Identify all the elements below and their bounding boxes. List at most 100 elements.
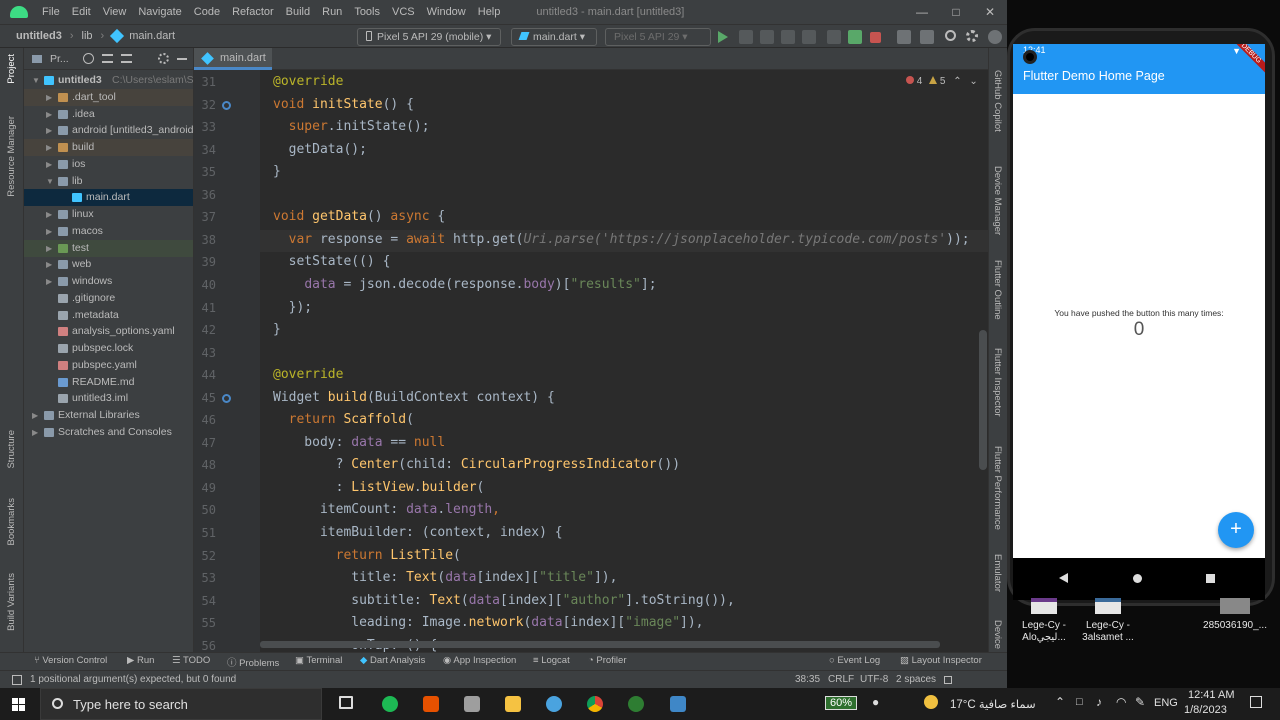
tool-window-flutter-outline[interactable]: Flutter Outline <box>992 260 1003 320</box>
emulator-screen[interactable]: 12:41 ▼ DEBUG Flutter Demo Home Page You… <box>1013 44 1265 600</box>
code-line[interactable]: leading: Image.network(data[index]["imag… <box>273 615 703 630</box>
file-explorer-icon[interactable] <box>505 696 521 712</box>
run-icon[interactable] <box>718 31 728 43</box>
file-encoding[interactable]: UTF-8 <box>860 674 888 685</box>
code-line[interactable]: } <box>273 322 281 337</box>
weather-text[interactable]: 17°C سماء صافية <box>950 697 1036 711</box>
back-icon[interactable] <box>1059 573 1068 583</box>
chevron-right-icon[interactable]: ▶ <box>32 407 42 424</box>
tree-item[interactable]: analysis_options.yaml <box>24 323 193 340</box>
tool-window-structure[interactable]: Structure <box>6 430 17 469</box>
chevron-right-icon[interactable]: ▶ <box>46 156 56 173</box>
notifications-icon[interactable] <box>1250 696 1262 708</box>
tool-window-project[interactable]: Project <box>6 54 17 84</box>
account-icon[interactable] <box>988 30 1002 44</box>
override-marker-icon[interactable] <box>222 100 231 110</box>
code-line[interactable]: } <box>273 164 281 179</box>
tool-window-flutter-inspector[interactable]: Flutter Inspector <box>992 348 1003 417</box>
hide-panel-icon[interactable] <box>176 57 187 60</box>
coverage-icon[interactable] <box>781 30 795 44</box>
status-message[interactable]: 1 positional argument(s) expected, but 0… <box>30 674 236 685</box>
tree-item[interactable]: ▶ build <box>24 139 193 156</box>
tool-window-github-copilot[interactable]: GitHub Copilot <box>992 70 1003 132</box>
vertical-scrollbar[interactable] <box>979 330 987 470</box>
code-line[interactable]: data = json.decode(response.body)["resul… <box>273 277 656 292</box>
tool-window-device[interactable]: Device <box>992 620 1003 649</box>
tool-app-inspection[interactable]: ◉ App Inspection <box>443 655 516 666</box>
chevron-right-icon[interactable]: ▶ <box>46 89 56 106</box>
tree-item[interactable]: pubspec.lock <box>24 340 193 357</box>
tool-window-flutter-performance[interactable]: Flutter Performance <box>992 446 1003 530</box>
overview-icon[interactable] <box>1206 574 1215 583</box>
horizontal-scrollbar[interactable] <box>260 641 940 648</box>
indent-setting[interactable]: 2 spaces <box>896 674 936 685</box>
tree-item[interactable]: ▶ .dart_tool <box>24 88 193 106</box>
code-line[interactable]: void getData() async { <box>273 209 445 224</box>
weather-moon-icon[interactable] <box>924 695 938 709</box>
caret-position[interactable]: 38:35 <box>795 674 820 685</box>
wifi-icon[interactable]: ◠ <box>1116 695 1126 709</box>
network-icon[interactable]: □ <box>1076 696 1083 708</box>
show-hidden-icons-icon[interactable]: ⌃ <box>1055 695 1065 709</box>
code-line[interactable]: return Scaffold( <box>273 412 414 427</box>
next-highlight-icon[interactable]: ⌄ <box>969 76 977 87</box>
chevron-right-icon[interactable]: ▶ <box>46 223 56 240</box>
override-marker-icon[interactable] <box>222 393 231 403</box>
chevron-right-icon[interactable]: ▶ <box>46 122 56 139</box>
code-line[interactable]: setState(() { <box>273 254 391 269</box>
tab-main-dart[interactable]: main.dart <box>194 48 272 70</box>
stop-icon[interactable] <box>870 32 881 43</box>
panel-settings-icon[interactable] <box>157 53 169 64</box>
tree-item[interactable]: .gitignore <box>24 290 193 307</box>
maximize-icon[interactable]: □ <box>939 0 973 24</box>
menu-tools[interactable]: Tools <box>348 6 386 18</box>
chevron-right-icon[interactable]: ▶ <box>46 139 56 156</box>
code-line[interactable]: : ListView.builder( <box>273 480 485 495</box>
tool-layout-inspector[interactable]: ▧ Layout Inspector <box>900 655 982 666</box>
tool-logcat[interactable]: ≡ Logcat <box>533 655 570 666</box>
tree-item[interactable]: ▼ untitled3 C:\Users\eslam\Stud <box>24 72 193 89</box>
code-line[interactable]: var response = await http.get(Uri.parse(… <box>273 232 970 247</box>
code-line[interactable]: Widget build(BuildContext context) { <box>273 390 555 405</box>
tree-item[interactable]: ▶ web <box>24 256 193 273</box>
home-icon[interactable] <box>1133 574 1142 583</box>
code-line[interactable]: itemCount: data.length, <box>273 502 500 517</box>
tool-version-control[interactable]: ⑂ Version Control <box>34 655 107 666</box>
app-icon[interactable] <box>464 696 480 712</box>
clock-time[interactable]: 12:41 AM <box>1188 689 1234 701</box>
tree-item[interactable]: ▶ linux <box>24 206 193 223</box>
menu-vcs[interactable]: VCS <box>386 6 421 18</box>
menu-file[interactable]: File <box>36 6 66 18</box>
chevron-right-icon[interactable]: ▶ <box>32 424 42 441</box>
hot-reload-icon[interactable] <box>760 30 774 44</box>
taskbar-search-box[interactable]: Type here to search <box>40 688 322 720</box>
code-line[interactable]: }); <box>273 300 313 315</box>
code-line[interactable]: getData(); <box>273 142 367 157</box>
locate-icon[interactable] <box>82 53 94 64</box>
volume-icon[interactable]: ♪ <box>1096 695 1102 709</box>
tree-item[interactable]: ▶ .idea <box>24 106 193 123</box>
code-line[interactable]: subtitle: Text(data[index]["author"].toS… <box>273 593 735 608</box>
increment-fab[interactable]: + <box>1218 512 1254 548</box>
tool-profiler[interactable]: ◔ Profiler <box>588 655 626 666</box>
code-line[interactable]: @override <box>273 74 343 89</box>
desktop-shortcut[interactable]: Lege-Cy - 3alsamet ... <box>1080 598 1136 644</box>
line-separator[interactable]: CRLF <box>828 674 854 685</box>
search-icon[interactable] <box>945 30 956 41</box>
windows-start-icon[interactable] <box>12 698 25 711</box>
chevron-right-icon[interactable]: ▶ <box>46 256 56 273</box>
code-line[interactable]: super.initState(); <box>273 119 430 134</box>
tool-window-bookmarks[interactable]: Bookmarks <box>6 498 17 546</box>
inspection-widget[interactable]: 4 5 ⌃ ⌄ <box>906 76 978 87</box>
code-line[interactable]: void initState() { <box>273 97 414 112</box>
code-editor[interactable]: 4 5 ⌃ ⌄ @override void initState() { supe… <box>260 70 988 652</box>
minimize-icon[interactable]: — <box>905 0 939 24</box>
app-icon[interactable] <box>423 696 439 712</box>
tool-todo[interactable]: ☰ TODO <box>172 655 210 666</box>
tree-item[interactable]: README.md <box>24 374 193 391</box>
tree-item[interactable]: ▶ windows <box>24 273 193 290</box>
language-indicator[interactable]: ENG <box>1154 697 1178 709</box>
device-selector[interactable]: Pixel 5 API 29 (mobile) ▾ <box>357 28 501 46</box>
chevron-right-icon[interactable]: ▶ <box>46 106 56 123</box>
menu-navigate[interactable]: Navigate <box>132 6 187 18</box>
